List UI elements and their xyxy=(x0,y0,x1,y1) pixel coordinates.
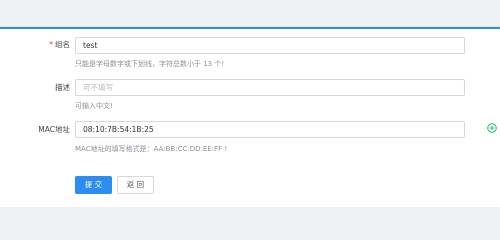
back-button[interactable]: 返 回 xyxy=(117,176,154,194)
mac-hint: MAC地址的填写格式是：AA:BB:CC:DD:EE:FF ! xyxy=(75,145,228,153)
mac-label: MAC地址 xyxy=(38,125,70,134)
top-strip xyxy=(0,0,500,27)
name-hint: 只能是字母数字或下划线，字符总数小于 13 个! xyxy=(75,60,225,68)
description-input[interactable] xyxy=(75,79,465,96)
required-mark: * xyxy=(49,40,53,49)
group-name-input[interactable] xyxy=(75,37,465,54)
plus-circle-icon[interactable] xyxy=(487,123,497,133)
submit-button[interactable]: 提 交 xyxy=(75,176,112,194)
form-card: *组名 只能是字母数字或下划线，字符总数小于 13 个! 描述 可输入中文! M… xyxy=(0,27,500,207)
name-label: * 组名 xyxy=(49,40,70,49)
description-hint: 可输入中文! xyxy=(75,102,113,110)
mac-address-input[interactable] xyxy=(75,121,465,138)
description-label: 描述 xyxy=(55,83,70,92)
